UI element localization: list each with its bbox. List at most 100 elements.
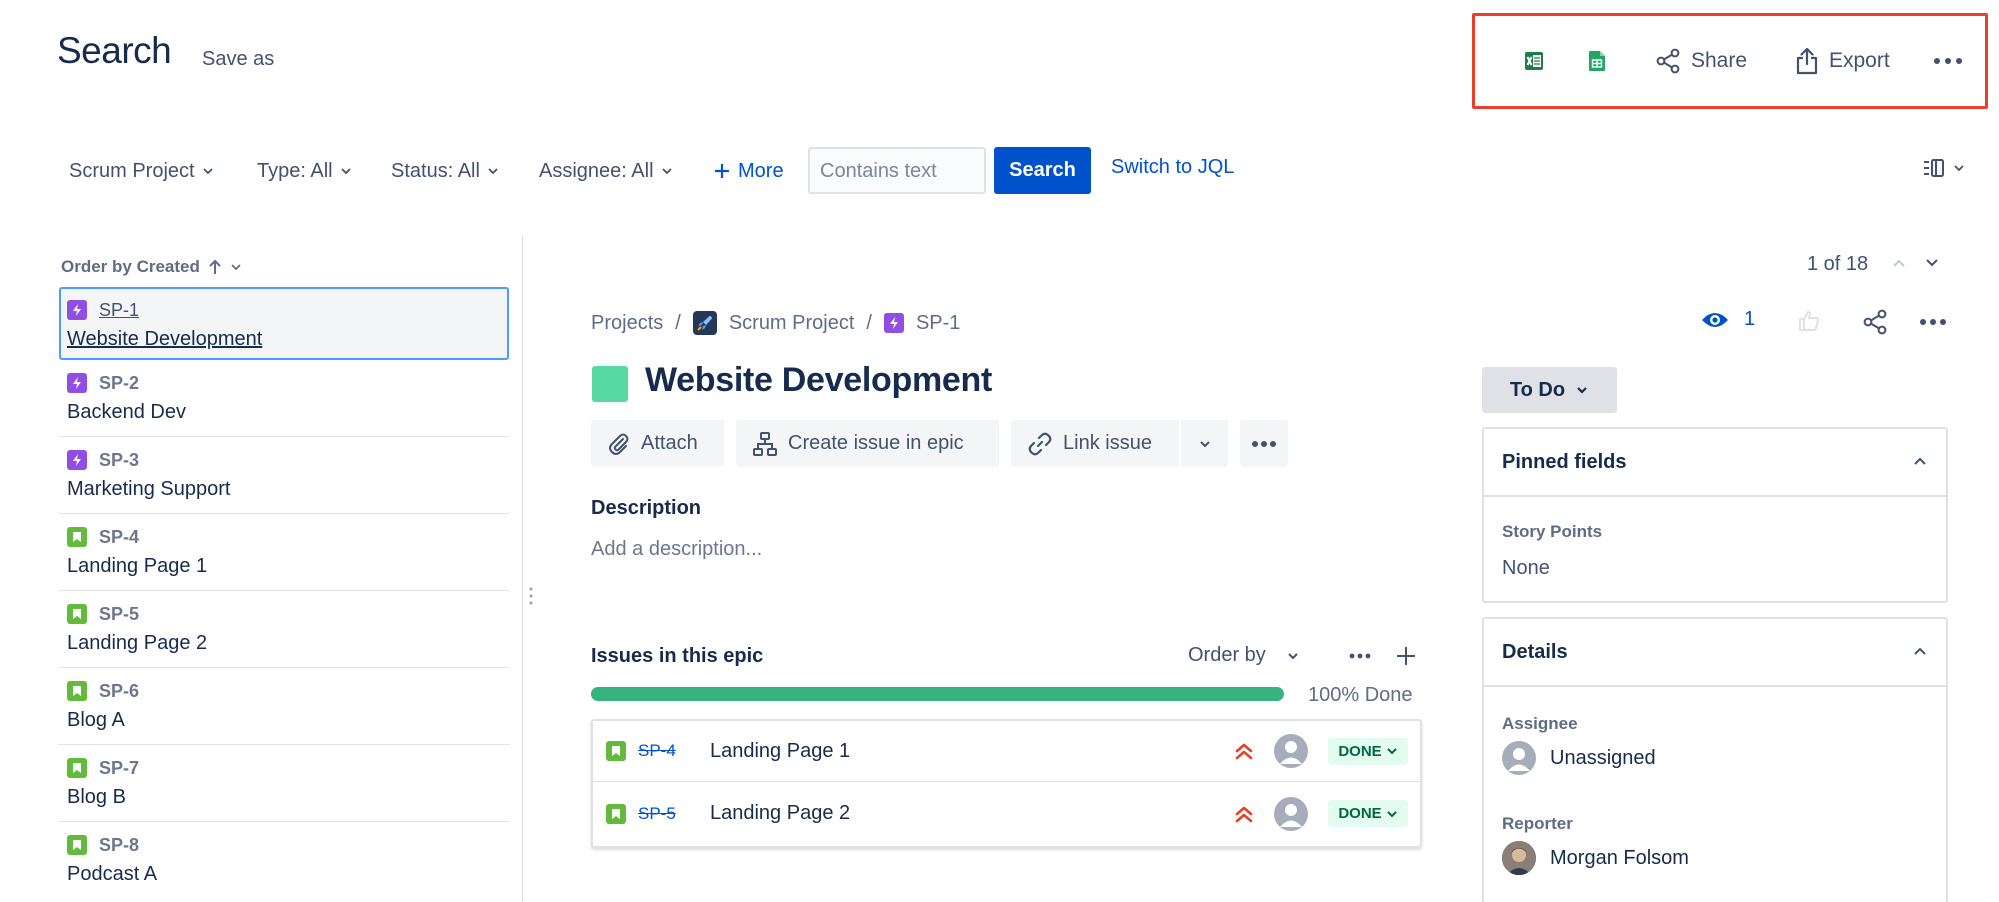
description-field[interactable]: Add a description... <box>591 538 762 561</box>
issue-actions-more-button[interactable] <box>1240 420 1288 467</box>
details-header[interactable]: Details <box>1484 619 1946 687</box>
list-item[interactable]: SP-4 Landing Page 1 <box>59 514 509 591</box>
epic-icon <box>67 300 87 320</box>
status-badge-label: DONE <box>1338 805 1382 822</box>
add-child-issue-button[interactable] <box>1395 645 1417 667</box>
issue-more-button[interactable] <box>1919 318 1947 326</box>
create-issue-in-epic-button[interactable]: Create issue in epic <box>736 420 999 467</box>
vote-button[interactable] <box>1797 309 1821 333</box>
excel-export-button[interactable] <box>1524 43 1544 79</box>
attach-label: Attach <box>641 432 698 454</box>
switch-to-jql-link[interactable]: Switch to JQL <box>1111 156 1234 179</box>
table-row[interactable]: SP-4 Landing Page 1 DONE <box>593 721 1420 782</box>
breadcrumb-separator: / <box>675 311 681 334</box>
reporter-field[interactable]: Morgan Folsom <box>1502 841 1689 875</box>
chevron-down-icon <box>487 165 499 177</box>
pinned-fields-header[interactable]: Pinned fields <box>1484 429 1946 497</box>
create-issue-in-epic-label: Create issue in epic <box>788 432 964 454</box>
highest-priority-icon <box>1233 803 1255 825</box>
more-icon <box>1251 440 1277 448</box>
order-by-label: Order by Created <box>61 257 200 276</box>
chevron-down-icon <box>1198 438 1212 450</box>
child-issue-key[interactable]: SP-5 <box>638 804 676 824</box>
status-dropdown[interactable]: To Do <box>1482 367 1617 413</box>
status-badge[interactable]: DONE <box>1328 737 1408 765</box>
assignee-filter[interactable]: Assignee: All <box>539 156 673 186</box>
table-row[interactable]: SP-5 Landing Page 2 DONE <box>593 783 1420 844</box>
child-issue-key[interactable]: SP-4 <box>638 741 676 761</box>
more-icon <box>1919 318 1947 326</box>
breadcrumb-projects[interactable]: Projects <box>591 312 663 335</box>
status-badge-label: DONE <box>1338 742 1382 760</box>
avatar <box>1502 841 1536 875</box>
link-issue-label: Link issue <box>1063 432 1152 454</box>
next-issue-button[interactable] <box>1924 256 1940 270</box>
prev-issue-button[interactable] <box>1891 256 1907 270</box>
child-issue-title[interactable]: Landing Page 1 <box>710 740 850 763</box>
issue-summary[interactable]: Website Development <box>645 361 992 400</box>
excel-icon <box>1524 51 1544 71</box>
breadcrumb-issue-key[interactable]: SP-1 <box>916 312 960 335</box>
status-badge[interactable]: DONE <box>1328 800 1408 827</box>
issue-key: SP-6 <box>99 680 140 701</box>
list-item[interactable]: SP-7 Blog B <box>59 745 509 822</box>
list-item[interactable]: SP-5 Landing Page 2 <box>59 591 509 668</box>
issue-key: SP-8 <box>99 834 140 855</box>
breadcrumb-project[interactable]: Scrum Project <box>729 312 855 335</box>
hierarchy-icon <box>752 431 778 457</box>
assignee-label: Assignee <box>1502 714 1578 733</box>
share-button[interactable]: Share <box>1655 43 1747 79</box>
save-as-button[interactable]: Save as <box>202 48 274 71</box>
list-view-icon <box>1923 158 1945 178</box>
view-toggle-button[interactable] <box>1923 158 1965 178</box>
issue-key: SP-7 <box>99 757 140 778</box>
list-item[interactable]: SP-3 Marketing Support <box>59 437 509 514</box>
story-points-value[interactable]: None <box>1502 557 1550 580</box>
avatar <box>1502 741 1536 775</box>
type-filter[interactable]: Type: All <box>257 156 352 186</box>
epic-more-button[interactable] <box>1349 653 1371 659</box>
export-button[interactable]: Export <box>1795 43 1890 79</box>
link-issue-button[interactable]: Link issue <box>1011 420 1179 467</box>
assignee-field[interactable]: Unassigned <box>1502 741 1656 775</box>
resize-handle[interactable] <box>528 586 534 606</box>
link-issue-dropdown[interactable] <box>1181 420 1228 467</box>
epic-order-by-button[interactable]: Order by <box>1188 644 1300 667</box>
project-filter-label: Scrum Project <box>69 159 195 182</box>
share-icon <box>1862 309 1888 335</box>
details-panel: Details Assignee Unassigned Reporter Mor… <box>1482 617 1948 902</box>
more-icon <box>1933 57 1963 65</box>
story-points-label: Story Points <box>1502 522 1603 541</box>
chevron-down-icon <box>202 165 214 177</box>
contains-text-input[interactable]: Contains text <box>808 147 986 194</box>
child-issue-title[interactable]: Landing Page 2 <box>710 802 850 825</box>
breadcrumb-separator: / <box>866 311 872 334</box>
more-filters-button[interactable]: More <box>713 156 784 186</box>
list-item[interactable]: SP-2 Backend Dev <box>59 360 509 437</box>
order-by-control[interactable]: Order by Created <box>61 257 242 277</box>
avatar <box>1274 734 1308 768</box>
share-issue-button[interactable] <box>1862 309 1888 335</box>
issue-title: Blog A <box>67 709 125 731</box>
list-item[interactable]: SP-8 Podcast A <box>59 822 509 899</box>
arrow-up-icon <box>208 259 222 275</box>
watchers-button[interactable]: 1 <box>1700 308 1755 331</box>
google-sheets-export-button[interactable] <box>1588 43 1606 79</box>
status-filter[interactable]: Status: All <box>391 156 499 186</box>
epic-issues-heading: Issues in this epic <box>591 645 764 667</box>
page-title: Search <box>57 30 172 71</box>
more-actions-button[interactable] <box>1933 43 1963 79</box>
description-heading: Description <box>591 497 702 519</box>
search-button[interactable]: Search <box>994 147 1091 194</box>
pinned-fields-panel: Pinned fields Story Points None <box>1482 427 1948 603</box>
attach-button[interactable]: Attach <box>591 420 724 467</box>
details-title: Details <box>1502 640 1568 663</box>
story-icon <box>67 527 87 547</box>
assignee-filter-label: Assignee: All <box>539 159 654 182</box>
epic-child-issues: SP-4 Landing Page 1 DONE SP-5 Landing Pa… <box>591 719 1422 848</box>
list-item[interactable]: SP-6 Blog A <box>59 668 509 745</box>
list-item[interactable]: SP-1 Website Development <box>59 287 509 360</box>
highest-priority-icon <box>1233 740 1255 762</box>
epic-progress-text: 100% Done <box>1308 684 1413 706</box>
project-filter[interactable]: Scrum Project <box>69 156 214 186</box>
